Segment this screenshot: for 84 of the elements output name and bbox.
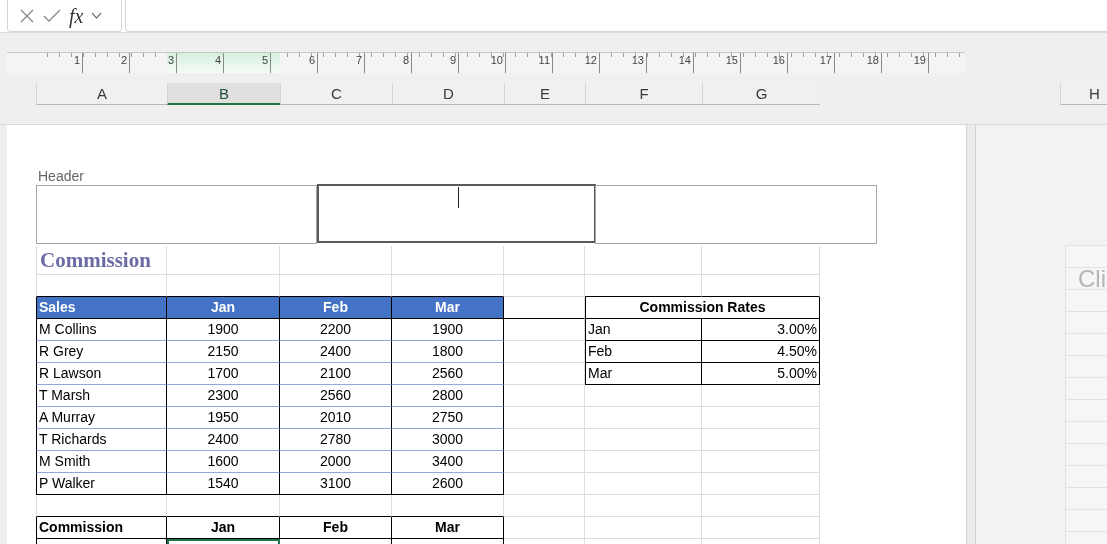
- table-cell: Jan: [585, 319, 702, 341]
- table-cell: 2800: [392, 385, 504, 407]
- table-cell: 2400: [167, 429, 280, 451]
- table-cell: 1950: [167, 407, 280, 429]
- insert-function-button[interactable]: fx: [69, 5, 84, 26]
- table-cell: 1900: [167, 319, 280, 341]
- text-cursor: [458, 187, 459, 208]
- table-cell: 2000: [280, 451, 392, 473]
- ruler-number: 14: [678, 53, 692, 68]
- ruler-number: 8: [402, 53, 410, 68]
- column-header[interactable]: A: [36, 83, 167, 105]
- column-header: Jan: [167, 297, 280, 319]
- column-header: Feb: [280, 297, 392, 319]
- ruler-number: 7: [355, 53, 363, 68]
- ruler-number: 3: [167, 53, 175, 68]
- table-cell: 3100: [280, 473, 392, 495]
- column-header[interactable]: G: [702, 83, 820, 105]
- column-header[interactable]: C: [280, 83, 392, 105]
- column-header: Commission: [36, 517, 167, 539]
- table-cell: T Richards: [36, 429, 167, 451]
- table-cell: 2100: [280, 363, 392, 385]
- ruler-number: 4: [214, 53, 222, 68]
- table-title: Commission Rates: [585, 297, 820, 319]
- table-cell: 1900: [392, 319, 504, 341]
- table-cell: 2600: [392, 473, 504, 495]
- sheet-title: Commission: [36, 246, 167, 275]
- table-cell: 2560: [280, 385, 392, 407]
- table-cell: 3400: [392, 451, 504, 473]
- ruler-number: 2: [120, 53, 128, 68]
- table-cell: 2560: [392, 363, 504, 385]
- table-cell: 1800: [392, 341, 504, 363]
- table-cell: 2150: [167, 341, 280, 363]
- table-cell: M Collins: [36, 319, 167, 341]
- ruler-number: 16: [772, 53, 786, 68]
- table-cell: 5.00%: [702, 363, 820, 385]
- ruler-number: 1: [73, 53, 81, 68]
- table-cell: R Grey: [36, 341, 167, 363]
- table-cell: Mar: [585, 363, 702, 385]
- column-header[interactable]: E: [504, 83, 585, 105]
- table-cell: 2200: [280, 319, 392, 341]
- table-cell: 1700: [167, 363, 280, 385]
- table-cell: A Murray: [36, 407, 167, 429]
- header-section[interactable]: [317, 184, 596, 243]
- table-cell: P Walker: [36, 473, 167, 495]
- close-icon[interactable]: [19, 7, 35, 24]
- column-header[interactable]: D: [392, 83, 504, 105]
- column-header: Sales: [36, 297, 167, 319]
- table-cell: 3000: [392, 429, 504, 451]
- table-cell: 2400: [280, 341, 392, 363]
- table-cell: M Smith: [36, 451, 167, 473]
- ruler-number: 9: [449, 53, 457, 68]
- ruler-number: 11: [538, 53, 551, 68]
- ruler-number: 17: [819, 53, 833, 68]
- ruler-number: 18: [866, 53, 880, 68]
- ruler-number: 12: [584, 53, 598, 68]
- ruler-number: 19: [913, 53, 927, 68]
- ruler-number: 5: [261, 53, 269, 68]
- header-label: Header: [37, 168, 85, 185]
- column-header: Mar: [392, 297, 504, 319]
- ruler-number: 13: [631, 53, 645, 68]
- column-header[interactable]: H: [1060, 83, 1107, 105]
- table-cell: 3.00%: [702, 319, 820, 341]
- table-cell: 2300: [167, 385, 280, 407]
- column-header: Feb: [280, 517, 392, 539]
- table-cell: 2780: [280, 429, 392, 451]
- column-header: Jan: [167, 517, 280, 539]
- table-cell: T Marsh: [36, 385, 167, 407]
- table-cell: 1540: [167, 473, 280, 495]
- placeholder-text: Cli: [1078, 268, 1106, 290]
- column-header: Mar: [392, 517, 504, 539]
- ruler-number: 15: [725, 53, 739, 68]
- table-cell: 2010: [280, 407, 392, 429]
- caret-icon[interactable]: [91, 12, 103, 19]
- ruler-number: 10: [490, 53, 504, 68]
- table-cell: 4.50%: [702, 341, 820, 363]
- table-cell: 2750: [392, 407, 504, 429]
- ruler-number: 6: [308, 53, 316, 68]
- checkmark-icon[interactable]: [43, 8, 61, 23]
- table-cell: 1600: [167, 451, 280, 473]
- table-cell: Feb: [585, 341, 702, 363]
- table-cell: R Lawson: [36, 363, 167, 385]
- formula-input[interactable]: [125, 0, 1107, 32]
- column-header[interactable]: F: [585, 83, 702, 105]
- column-header[interactable]: B: [167, 83, 280, 105]
